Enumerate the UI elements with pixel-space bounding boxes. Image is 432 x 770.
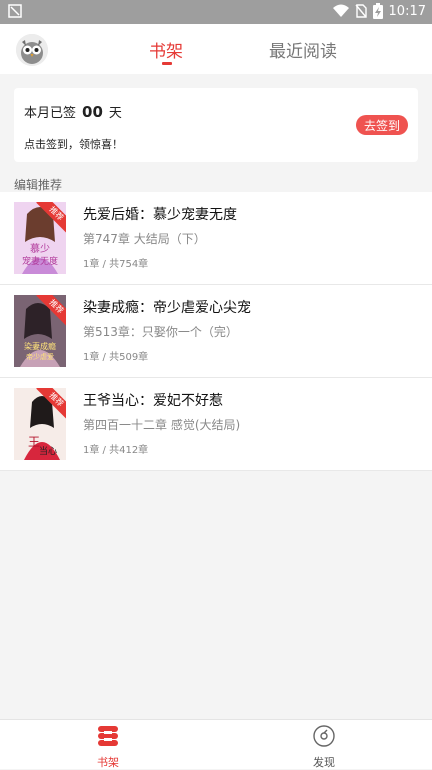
tab-active-indicator (162, 62, 172, 65)
bookshelf-icon (98, 726, 118, 746)
section-title: 编辑推荐 (14, 178, 63, 192)
sign-in-card: 本月已签 00 天 点击签到，领惊喜！ 去签到 (14, 88, 418, 162)
book-cover: 慕少 宠妻无度 推荐 (14, 202, 66, 274)
book-cover: 王 当心 推荐 (14, 388, 66, 460)
svg-text:慕少: 慕少 (30, 242, 50, 255)
book-cover: 染妻成瘾 帝少虐爱 推荐 (14, 295, 66, 367)
clock: 10:17 (388, 3, 426, 19)
no-sim-icon (354, 4, 367, 18)
nav-bookshelf[interactable]: 书架 (78, 724, 138, 770)
top-bar: 书架 最近阅读 (0, 24, 432, 74)
status-icons: 10:17 (332, 3, 426, 19)
book-latest-chapter: 第747章 大结局（下） (83, 232, 206, 246)
sign-in-days: 00 (82, 103, 103, 121)
book-title: 染妻成瘾：帝少虐爱心尖宠 (83, 300, 251, 316)
svg-text:染妻成瘾: 染妻成瘾 (24, 341, 56, 351)
battery-charging-icon (372, 3, 383, 19)
book-progress: 1章 / 共754章 (83, 259, 149, 270)
owl-avatar-icon (16, 34, 48, 66)
book-latest-chapter: 第513章：只娶你一个（完） (83, 325, 238, 339)
book-item[interactable]: 染妻成瘾 帝少虐爱 推荐 染妻成瘾：帝少虐爱心尖宠 第513章：只娶你一个（完）… (0, 285, 432, 378)
book-item[interactable]: 王 当心 推荐 王爷当心：爱妃不好惹 第四百一十二章 感觉(大结局) 1章 / … (0, 378, 432, 471)
nav-discover[interactable]: 发现 (294, 724, 354, 770)
sign-in-prefix: 本月已签 (24, 106, 77, 121)
svg-text:当心: 当心 (39, 445, 57, 457)
svg-text:帝少虐爱: 帝少虐爱 (26, 352, 54, 361)
book-list: 慕少 宠妻无度 推荐 先爱后婚：慕少宠妻无度 第747章 大结局（下） 1章 /… (0, 192, 432, 471)
sign-in-suffix: 天 (108, 106, 122, 121)
book-title: 王爷当心：爱妃不好惹 (83, 393, 223, 409)
tab-bookshelf[interactable]: 书架 (149, 37, 183, 62)
avatar[interactable] (16, 34, 48, 66)
svg-text:宠妻无度: 宠妻无度 (22, 255, 58, 267)
book-progress: 1章 / 共509章 (83, 352, 149, 363)
bottom-nav: 书架 发现 (0, 719, 432, 769)
sign-in-hint: 点击签到，领惊喜！ (24, 138, 123, 151)
book-item[interactable]: 慕少 宠妻无度 推荐 先爱后婚：慕少宠妻无度 第747章 大结局（下） 1章 /… (0, 192, 432, 285)
sign-in-status: 本月已签 00 天 (24, 102, 122, 121)
wifi-icon (332, 4, 349, 17)
tab-recent-reading[interactable]: 最近阅读 (269, 37, 337, 62)
status-bar: 10:17 (0, 0, 432, 24)
book-latest-chapter: 第四百一十二章 感觉(大结局) (83, 418, 241, 432)
book-title: 先爱后婚：慕少宠妻无度 (83, 207, 237, 223)
sign-in-button[interactable]: 去签到 (356, 115, 408, 135)
book-progress: 1章 / 共412章 (83, 445, 149, 456)
discover-icon (313, 725, 335, 747)
notification-icon (8, 4, 22, 18)
